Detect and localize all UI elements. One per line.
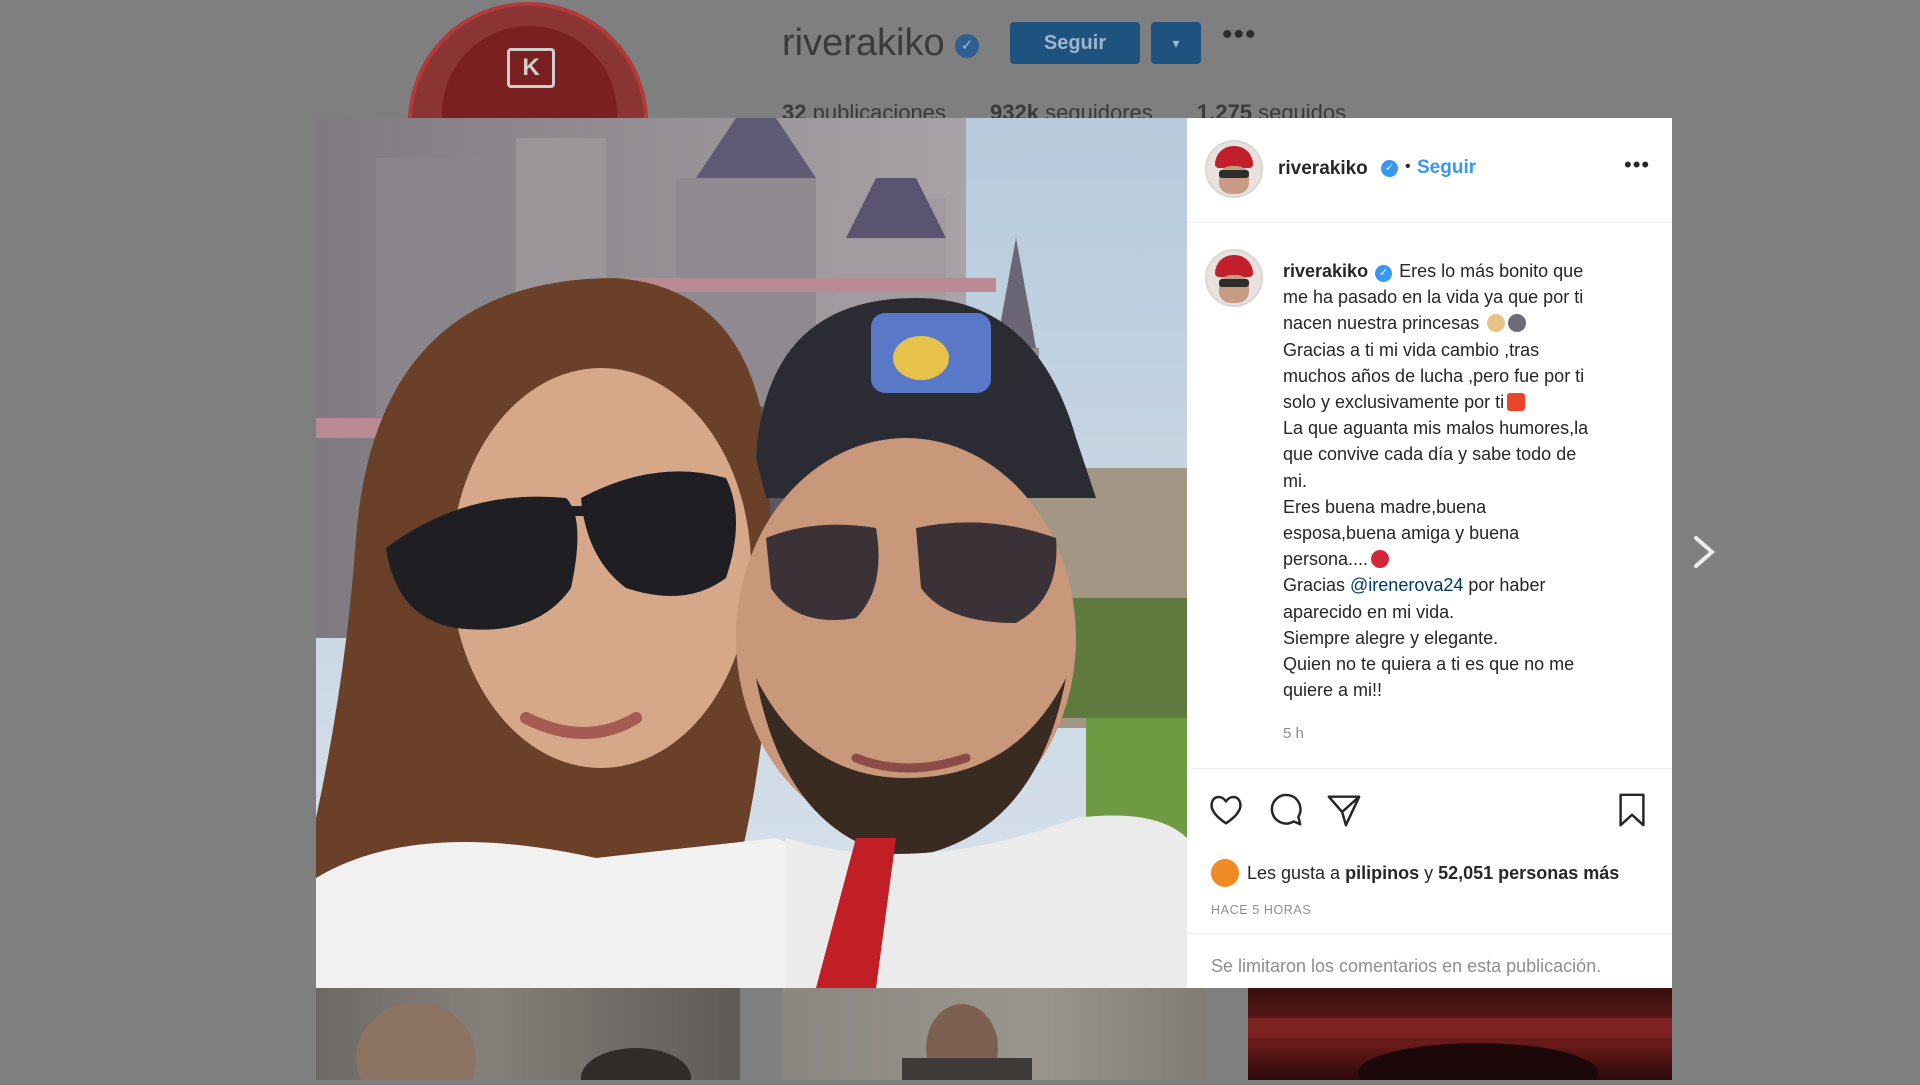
- emoji-icon: [1508, 314, 1527, 333]
- likes-joiner: y: [1424, 863, 1434, 883]
- caption-line-text: Eres lo más bonito que: [1399, 261, 1584, 281]
- post-username[interactable]: riverakiko: [1278, 158, 1368, 180]
- verified-icon: ✓: [1375, 265, 1393, 282]
- share-icon[interactable]: [1325, 791, 1363, 829]
- avatar-shades: [1219, 279, 1249, 287]
- caption-line-text: por haber: [1468, 575, 1546, 596]
- caption-line: riverakiko ✓ Eres lo más bonito que: [1283, 258, 1643, 284]
- caption-line: solo y exclusivamente por ti: [1283, 389, 1643, 415]
- grid-thumbnail[interactable]: [316, 988, 740, 1085]
- caption-line: Gracias @irenerova24 por haber: [1283, 572, 1643, 598]
- comments-limited-notice: Se limitaron los comentarios en esta pub…: [1187, 933, 1672, 990]
- profile-grid: [316, 988, 1672, 1085]
- emoji-icon: [1507, 393, 1526, 412]
- caption-line-text: nacen nuestra princesas: [1283, 313, 1480, 334]
- mention-link[interactable]: @irenerova24: [1350, 575, 1463, 595]
- caption-line: esposa,buena amiga y buena: [1283, 523, 1520, 544]
- heart-icon[interactable]: [1207, 791, 1245, 829]
- caption-text: riverakiko ✓ Eres lo más bonito que me h…: [1283, 258, 1643, 748]
- caption-line: aparecido en mi vida.: [1283, 601, 1455, 622]
- more-options-icon[interactable]: •••: [1624, 152, 1650, 178]
- post-header: riverakiko ✓ • Seguir •••: [1187, 118, 1672, 223]
- grid-thumbnail[interactable]: [782, 988, 1206, 1085]
- caption-timestamp[interactable]: 5 h: [1283, 721, 1643, 747]
- caption-line: Gracias a ti mi vida cambio ,tras: [1283, 339, 1540, 360]
- caption-line: muchos años de lucha ,pero fue por ti: [1283, 365, 1585, 386]
- likes-summary: Les gusta a pilipinos y 52,051 personas …: [1211, 859, 1619, 887]
- avatar-cap: [1215, 255, 1253, 277]
- thumb-photo: [902, 1004, 1032, 1085]
- caption-line: me ha pasado en la vida ya que por ti: [1283, 287, 1584, 308]
- comment-icon[interactable]: [1267, 791, 1305, 829]
- avatar-cap: [1215, 146, 1253, 168]
- thumb-photo: [356, 1003, 691, 1085]
- caption-line: que convive cada día y sabe todo de: [1283, 444, 1577, 465]
- more-options-icon[interactable]: •••: [1222, 18, 1257, 52]
- caption-line: Siempre alegre y elegante.: [1283, 627, 1499, 648]
- caption-line: persona....: [1283, 546, 1643, 572]
- caption-line: Eres buena madre,buena: [1283, 496, 1487, 517]
- thumb-photo: [1248, 1018, 1672, 1085]
- profile-username: riverakiko: [782, 22, 945, 64]
- post-photo[interactable]: [316, 118, 1187, 988]
- caption-line-text: persona....: [1283, 549, 1369, 570]
- caption-username[interactable]: riverakiko: [1283, 261, 1368, 281]
- likes-count[interactable]: 52,051 personas más: [1438, 863, 1619, 883]
- avatar-logo: K: [507, 48, 555, 88]
- caption-line-text: Gracias: [1283, 575, 1346, 596]
- verified-icon: ✓: [955, 34, 979, 58]
- caption-line: nacen nuestra princesas: [1283, 310, 1643, 336]
- caption-line: Quien no te quiera a ti es que no me: [1283, 654, 1575, 675]
- grid-thumbnail[interactable]: [1248, 988, 1672, 1085]
- action-bar: Les gusta a pilipinos y 52,051 personas …: [1187, 768, 1672, 989]
- selfie-image: [316, 118, 1187, 988]
- follow-link[interactable]: Seguir: [1417, 157, 1476, 179]
- profile-follow-button[interactable]: Seguir: [1010, 22, 1140, 64]
- caption-line-text: solo y exclusivamente por ti: [1283, 392, 1505, 413]
- emoji-icon: [1487, 314, 1506, 333]
- caption-line: La que aguanta mis malos humores,la: [1283, 418, 1589, 439]
- post-modal: riverakiko ✓ • Seguir ••• riverakiko ✓ E…: [316, 118, 1672, 988]
- profile-header: K riverakiko ✓ Seguir ▾ ••• 32 publicaci…: [0, 0, 1920, 242]
- likes-prefix: Les gusta a: [1247, 863, 1341, 883]
- post-details-panel: riverakiko ✓ • Seguir ••• riverakiko ✓ E…: [1187, 118, 1672, 988]
- verified-icon: ✓: [1381, 160, 1398, 177]
- chevron-down-icon[interactable]: ▾: [1151, 22, 1201, 64]
- avatar-shades: [1219, 170, 1249, 178]
- caption-line: quiere a mi!!: [1283, 680, 1383, 701]
- caption-line: mi.: [1283, 470, 1307, 491]
- avatar[interactable]: [1205, 140, 1263, 198]
- liker-avatar[interactable]: [1211, 859, 1239, 887]
- emoji-icon: [1371, 550, 1390, 569]
- comments-limited-text: Se limitaron los comentarios en esta pub…: [1211, 956, 1602, 976]
- separator-dot: •: [1405, 158, 1411, 175]
- bookmark-icon[interactable]: [1613, 791, 1651, 829]
- chevron-right-icon[interactable]: [1684, 532, 1724, 572]
- liker-username[interactable]: pilipinos: [1345, 863, 1419, 883]
- post-timestamp[interactable]: HACE 5 HORAS: [1211, 903, 1311, 917]
- avatar[interactable]: [1205, 249, 1263, 307]
